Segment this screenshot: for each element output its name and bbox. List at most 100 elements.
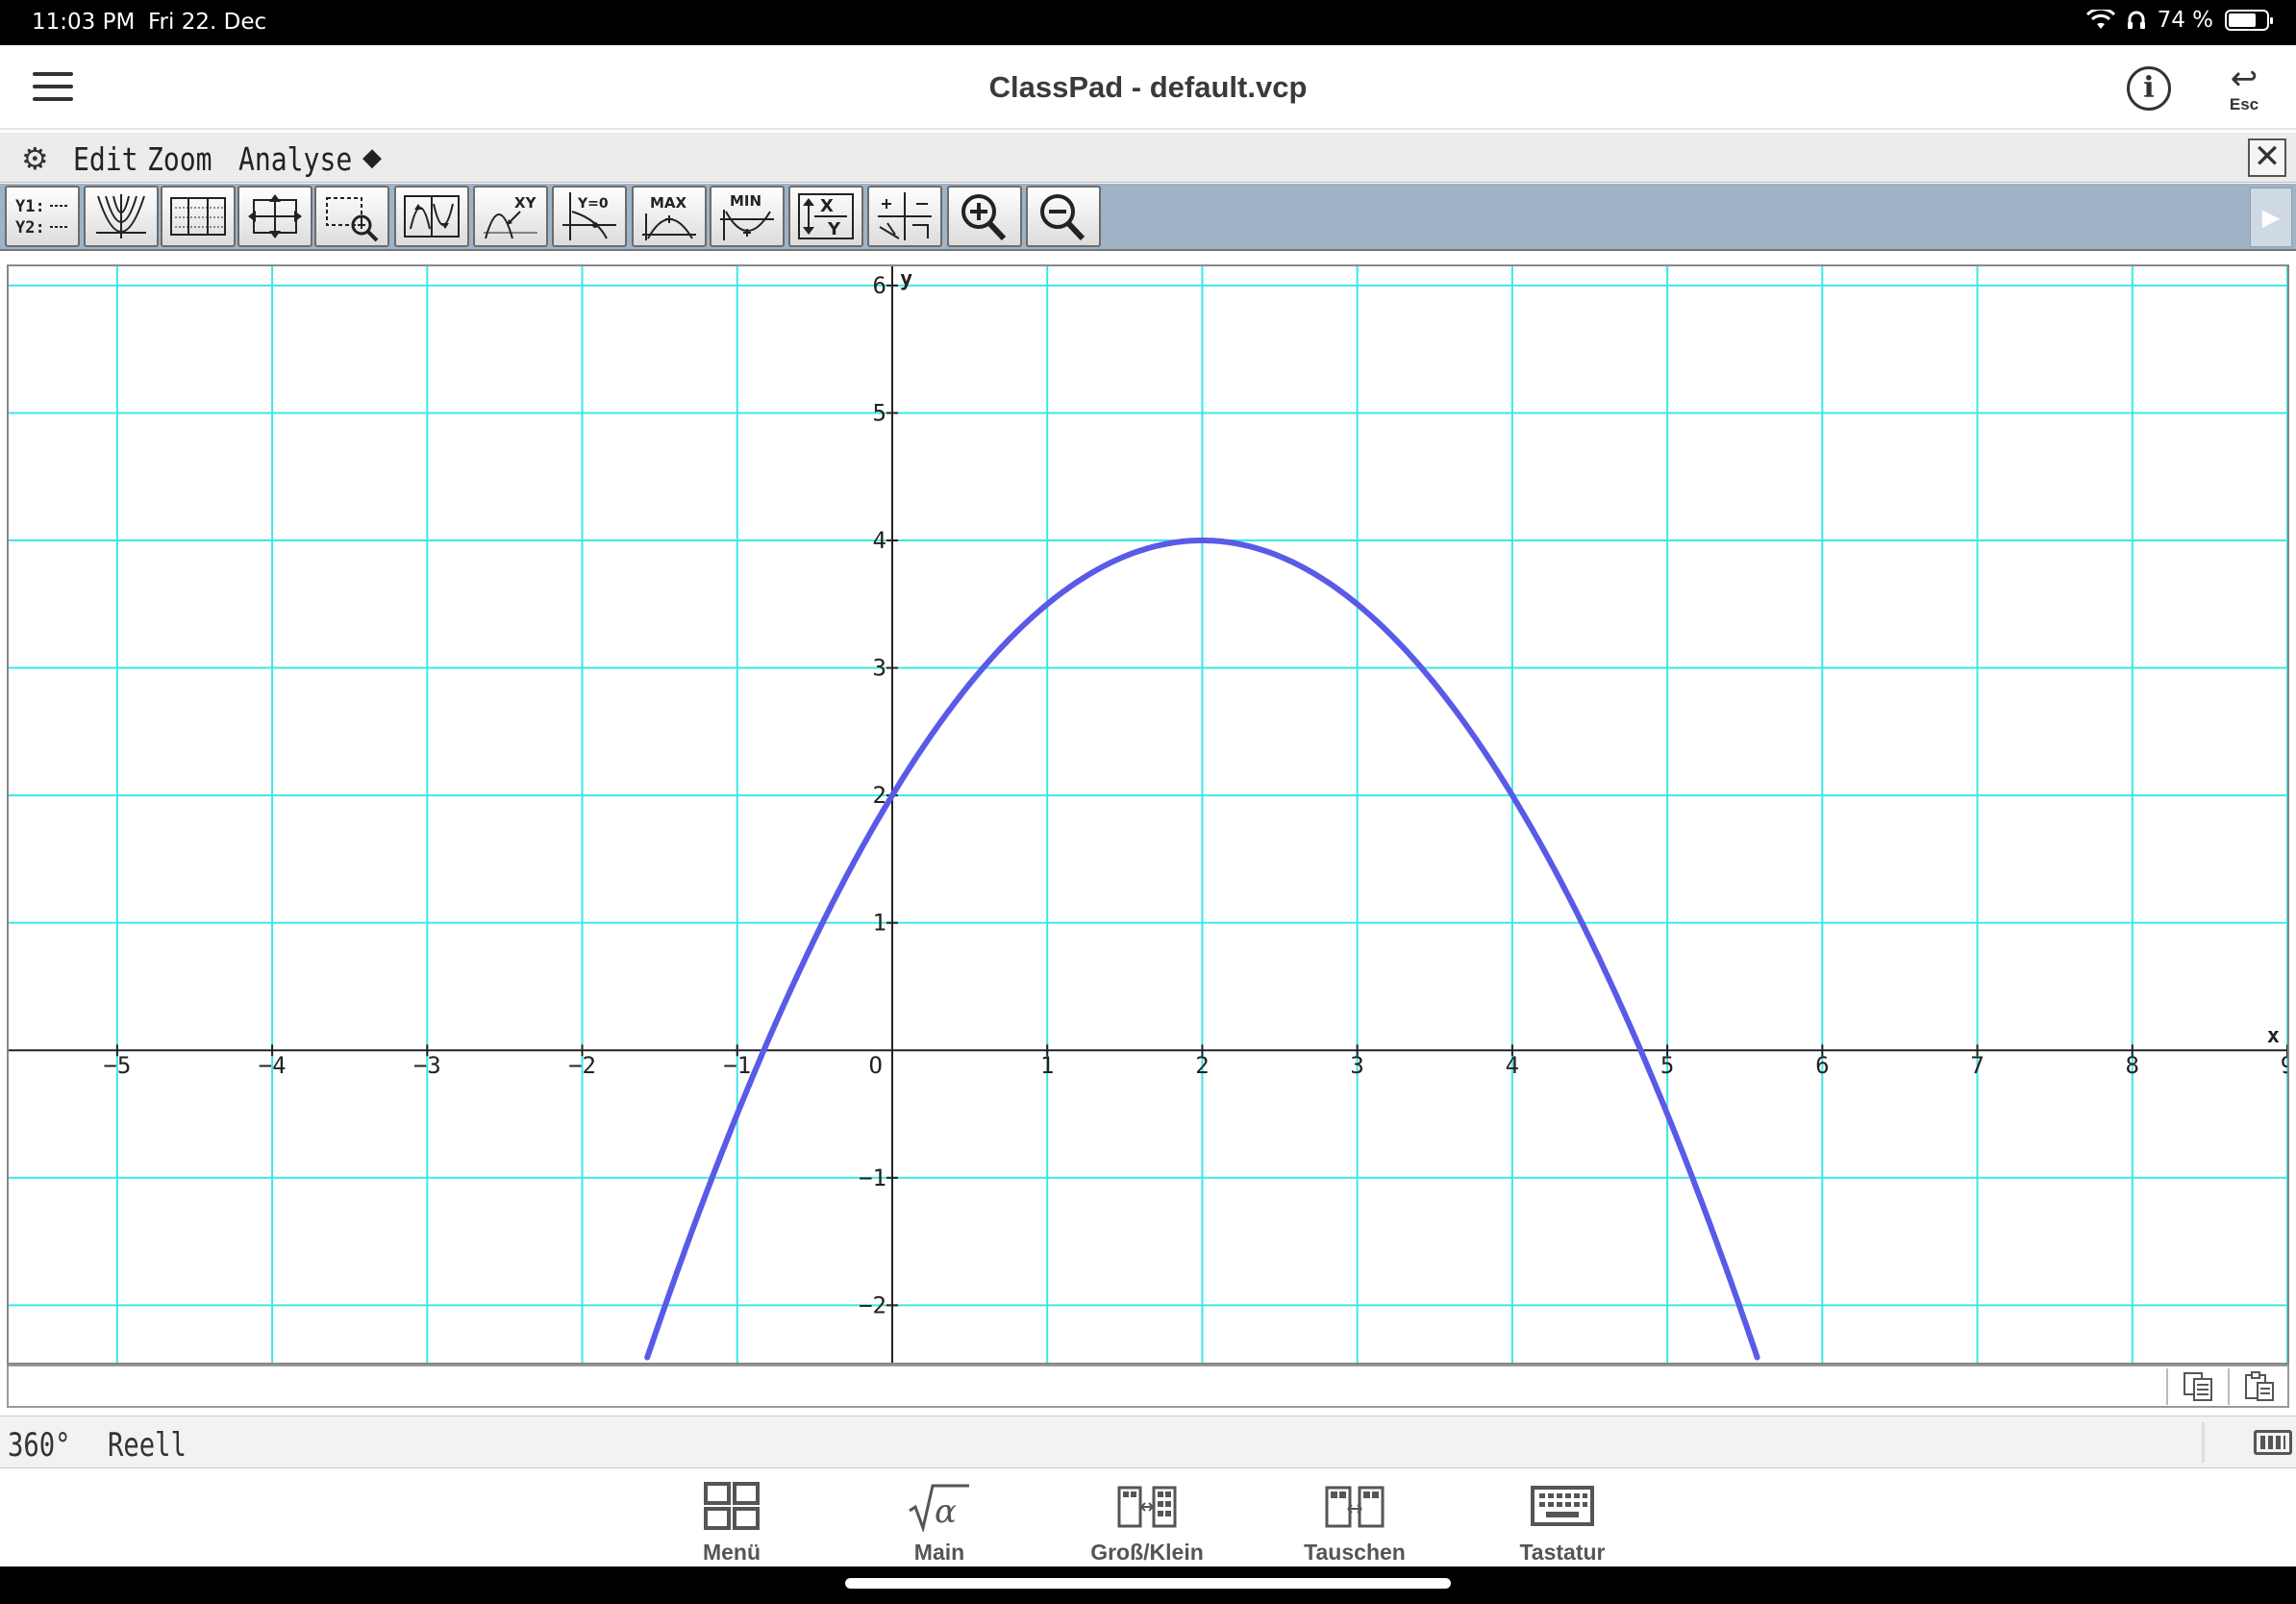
close-window-icon[interactable]: ✕ (2248, 138, 2286, 177)
swap-xy-button[interactable]: X Y (788, 186, 863, 247)
size-toggle-icon (1117, 1486, 1177, 1528)
x-tick-label: 3 (1350, 1052, 1363, 1079)
x-tick-label: O (869, 1052, 883, 1079)
svg-text:α: α (935, 1492, 957, 1531)
calc-status-line: 360° Reell (0, 1416, 2296, 1468)
graph-window-button[interactable] (84, 186, 159, 247)
home-indicator-bar (0, 1566, 2296, 1604)
svg-text:MIN: MIN (730, 192, 761, 210)
status-right-group: 74 % (2085, 8, 2273, 33)
max-icon: MAX (642, 194, 696, 240)
svg-text:Y: Y (827, 219, 841, 239)
y-tick-label: 1 (873, 910, 886, 937)
max-button[interactable]: MAX (632, 186, 707, 247)
zoom-in-button[interactable] (947, 186, 1022, 247)
view-window-button[interactable] (237, 186, 312, 247)
x-axis-label: x (2267, 1024, 2280, 1048)
diamond-menu-icon[interactable]: ◆ (362, 143, 382, 172)
status-date: Fri 22. Dec (148, 10, 267, 35)
dock-main-button[interactable]: α Main (862, 1482, 1016, 1566)
dock-keyboard-button[interactable]: Tastatur (1485, 1482, 1639, 1566)
graph-editor-button[interactable]: Y1: Y2: (5, 186, 80, 247)
x-tick-label: −2 (568, 1052, 596, 1079)
pan-icon (404, 195, 460, 238)
y-tick-label: 6 (873, 272, 886, 299)
info-icon[interactable]: i (2127, 66, 2171, 111)
home-indicator[interactable] (845, 1578, 1451, 1589)
bottom-dock: Menü α Main Groß/Klein Tauschen Tastatur (0, 1468, 2296, 1566)
dock-keyboard-label: Tastatur (1519, 1540, 1606, 1565)
x-tick-label: 2 (1195, 1052, 1209, 1079)
y-tick-label: 4 (873, 527, 886, 554)
classpad-app: 11:03 PM Fri 22. Dec 74 % ClassPad - def… (0, 0, 2296, 1604)
dock-menu-button[interactable]: Menü (655, 1482, 809, 1566)
intersect-button[interactable] (867, 186, 942, 247)
esc-button[interactable]: ↩ Esc (2221, 63, 2267, 114)
x-tick-label: 4 (1506, 1052, 1519, 1079)
dock-main-label: Main (913, 1540, 965, 1565)
table-icon (170, 197, 226, 236)
svg-text:Y1:: Y1: (15, 197, 45, 216)
graph-window[interactable]: −5−4−3−2−1O123456789−2−1123456xy (7, 264, 2289, 1365)
battery-icon (2225, 10, 2273, 31)
table-button[interactable] (161, 186, 236, 247)
graph-toolbar: Y1: Y2: XY Y=0 MAX MIN X Y ▶ (0, 184, 2296, 251)
menu-analyse[interactable]: Analyse (238, 140, 352, 178)
zoom-box-icon (326, 197, 379, 242)
x-tick-label: −3 (413, 1052, 441, 1079)
zoom-out-button[interactable] (1026, 186, 1101, 247)
x-tick-label: 6 (1815, 1052, 1829, 1079)
document-title: ClassPad - default.vcp (988, 70, 1308, 104)
svg-text:X: X (820, 196, 834, 216)
pan-button[interactable] (394, 186, 469, 247)
copy-button[interactable] (2166, 1368, 2228, 1405)
battery-percent: 74 % (2157, 8, 2213, 33)
dock-size-toggle-button[interactable]: Groß/Klein (1070, 1482, 1224, 1566)
root-button[interactable]: Y=0 (552, 186, 627, 247)
main-sqrt-alpha-icon: α (909, 1484, 969, 1532)
graph-window-icon (96, 194, 146, 238)
ios-status-bar: 11:03 PM Fri 22. Dec 74 % (0, 0, 2296, 45)
menu-bar: ⚙ Edit Zoom Analyse ◆ ✕ (0, 133, 2296, 183)
y-tick-label: −1 (859, 1165, 886, 1191)
root-icon: Y=0 (562, 192, 616, 240)
intersect-icon (878, 192, 932, 240)
paste-button[interactable] (2228, 1368, 2289, 1405)
wifi-icon (2085, 10, 2115, 29)
dock-size-toggle-label: Groß/Klein (1090, 1540, 1204, 1565)
dock-menu-label: Menü (702, 1540, 761, 1565)
menu-grid-icon (704, 1482, 760, 1530)
zoom-in-icon (961, 194, 1007, 241)
toolbar-scroll-right-icon[interactable]: ▶ (2250, 188, 2292, 247)
menu-edit[interactable]: Edit (73, 140, 138, 178)
headphones-icon (2127, 11, 2145, 29)
number-mode[interactable]: Reell (108, 1426, 187, 1465)
graph-plot[interactable]: −5−4−3−2−1O123456789−2−1123456xy (9, 266, 2287, 1363)
calc-battery-icon (2254, 1430, 2292, 1455)
x-tick-label: −4 (259, 1052, 287, 1079)
paste-icon (2245, 1371, 2274, 1401)
min-button[interactable]: MIN (710, 186, 785, 247)
x-tick-label: 9 (2281, 1052, 2287, 1079)
entry-line[interactable] (7, 1365, 2289, 1408)
y-tick-label: 3 (873, 655, 886, 682)
gear-icon[interactable]: ⚙ (21, 140, 49, 177)
swap-xy-icon: X Y (798, 193, 854, 239)
svg-text:Y=0: Y=0 (577, 196, 609, 212)
x-tick-label: 8 (2126, 1052, 2139, 1079)
angle-mode[interactable]: 360° (8, 1426, 71, 1465)
y-tick-label: 5 (873, 399, 886, 426)
x-tick-label: −1 (723, 1052, 751, 1079)
dock-swap-label: Tauschen (1304, 1540, 1406, 1565)
status-divider (2202, 1422, 2205, 1463)
zoom-box-button[interactable] (314, 186, 389, 247)
graph-editor-icon: Y1: Y2: (15, 197, 69, 238)
menu-zoom[interactable]: Zoom (147, 140, 212, 178)
y-tick-label: −2 (859, 1291, 886, 1318)
dock-swap-button[interactable]: Tauschen (1278, 1482, 1432, 1566)
x-tick-label: −5 (103, 1052, 131, 1079)
y-axis-label: y (900, 267, 912, 291)
x-tick-label: 1 (1040, 1052, 1054, 1079)
swap-icon (1325, 1486, 1385, 1528)
trace-button[interactable]: XY (473, 186, 548, 247)
